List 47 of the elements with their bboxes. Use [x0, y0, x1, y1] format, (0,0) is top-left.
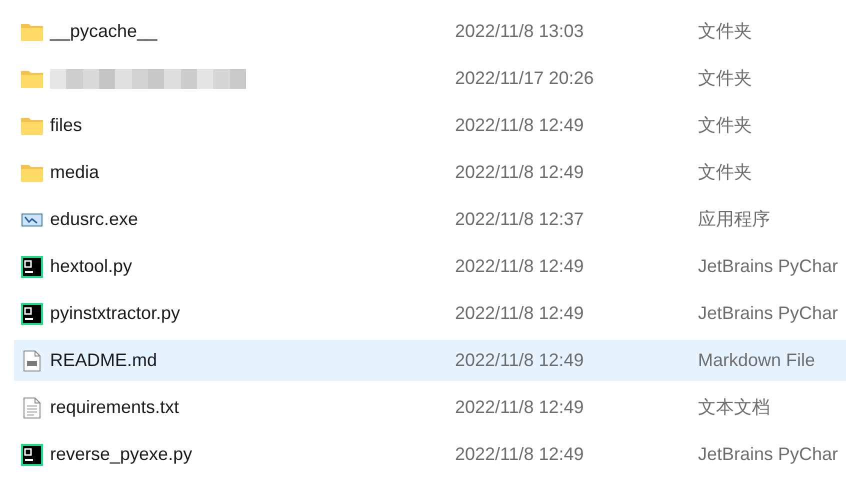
file-type: 文件夹: [698, 67, 752, 90]
modified-date: 2022/11/8 12:49: [455, 443, 585, 466]
pycharm-icon: [20, 302, 44, 324]
file-name: reverse_pyexe.py: [50, 443, 192, 466]
file-row[interactable]: reverse_pyexe.py 2022/11/8 12:49 JetBrains PyChar: [14, 434, 846, 475]
folder-icon: [20, 22, 44, 42]
file-name: requirements.txt: [50, 396, 180, 419]
folder-icon: [20, 116, 44, 136]
file-type: 应用程序: [698, 208, 770, 231]
modified-date: 2022/11/8 12:37: [455, 208, 585, 231]
modified-date: 2022/11/8 12:49: [455, 396, 585, 419]
file-name: hextool.py: [50, 255, 132, 278]
modified-date: 2022/11/8 12:49: [455, 255, 585, 278]
file-type: Markdown File: [698, 349, 816, 372]
file-type: 文件夹: [698, 114, 752, 137]
file-row[interactable]: requirements.txt 2022/11/8 12:49 文本文档: [14, 387, 846, 428]
modified-date: 2022/11/8 12:49: [455, 302, 585, 325]
modified-date: 2022/11/8 12:49: [455, 114, 585, 137]
file-type: JetBrains PyChar: [698, 443, 838, 466]
file-type: 文件夹: [698, 161, 752, 184]
file-row[interactable]: media 2022/11/8 12:49 文件夹: [14, 152, 846, 193]
file-name: README.md: [50, 349, 158, 372]
file-row[interactable]: pyinstxtractor.py 2022/11/8 12:49 JetBrains PyChar: [14, 293, 846, 334]
file-type: JetBrains PyChar: [698, 255, 838, 278]
modified-date: 2022/11/8 13:03: [455, 20, 585, 43]
file-name: __pycache__: [50, 20, 158, 43]
modified-date: 2022/11/17 20:26: [455, 67, 595, 90]
file-row[interactable]: 2022/11/17 20:26 文件夹: [14, 58, 846, 99]
pycharm-icon: [20, 256, 44, 278]
file-row[interactable]: README.md 2022/11/8 12:49 Markdown File: [14, 340, 846, 381]
file-row[interactable]: edusrc.exe 2022/11/8 12:37 应用程序: [14, 199, 846, 240]
modified-date: 2022/11/8 12:49: [455, 349, 585, 372]
file-row[interactable]: hextool.py 2022/11/8 12:49 JetBrains PyChar: [14, 246, 846, 287]
file-type: JetBrains PyChar: [698, 302, 838, 325]
file-name: edusrc.exe: [50, 208, 138, 231]
file-row[interactable]: __pycache__ 2022/11/8 13:03 文件夹: [14, 11, 846, 52]
pycharm-icon: [20, 444, 44, 466]
file-type: 文本文档: [698, 396, 770, 419]
file-type: 文件夹: [698, 20, 752, 43]
file-name: pyinstxtractor.py: [50, 302, 180, 325]
folder-icon: [20, 162, 44, 182]
file-name: files: [50, 114, 82, 137]
window-icon: [20, 210, 44, 228]
file-row[interactable]: files 2022/11/8 12:49 文件夹: [14, 105, 846, 146]
modified-date: 2022/11/8 12:49: [455, 161, 585, 184]
file-name: media: [50, 161, 100, 184]
folder-icon: [20, 68, 44, 88]
